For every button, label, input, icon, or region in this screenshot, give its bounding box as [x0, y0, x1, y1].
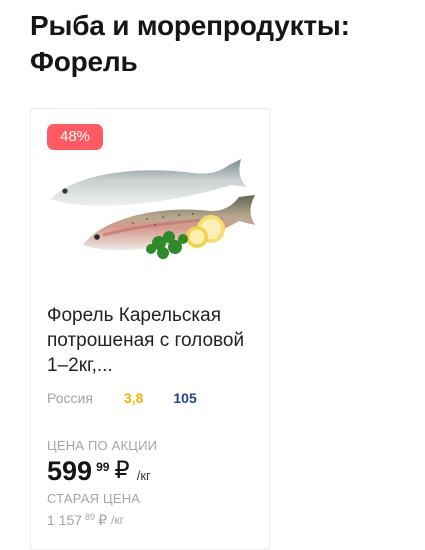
price-cents: 99 [96, 460, 110, 474]
product-card[interactable]: 48% Форель Карельская потрошеная с голов… [30, 108, 270, 550]
promo-price: 599 99 ₽ /кг [47, 453, 151, 489]
old-price-currency: ₽ [98, 512, 107, 528]
old-price-unit: /кг [110, 513, 124, 527]
old-price-integer: 1 157 [47, 512, 83, 528]
trout-fish-image[interactable] [43, 145, 257, 263]
page-title: Рыба и морепродукты: Форель [30, 10, 350, 77]
price-unit: /кг [136, 468, 151, 483]
product-country: Россия [47, 390, 93, 406]
product-reviews-count[interactable]: 105 [173, 390, 196, 406]
old-price-cents: 89 [85, 512, 96, 522]
old-price: 1 157 89 ₽ /кг [47, 510, 124, 530]
price-currency: ₽ [114, 457, 130, 484]
promo-price-label: ЦЕНА ПО АКЦИИ [47, 438, 158, 453]
product-rating: 3,8 [123, 390, 144, 406]
product-meta: Россия 3,8 105 [47, 390, 197, 406]
product-name[interactable]: Форель Карельская потрошеная с головой 1… [47, 303, 257, 378]
old-price-label: СТАРАЯ ЦЕНА [47, 491, 141, 506]
price-integer: 599 [47, 456, 93, 486]
